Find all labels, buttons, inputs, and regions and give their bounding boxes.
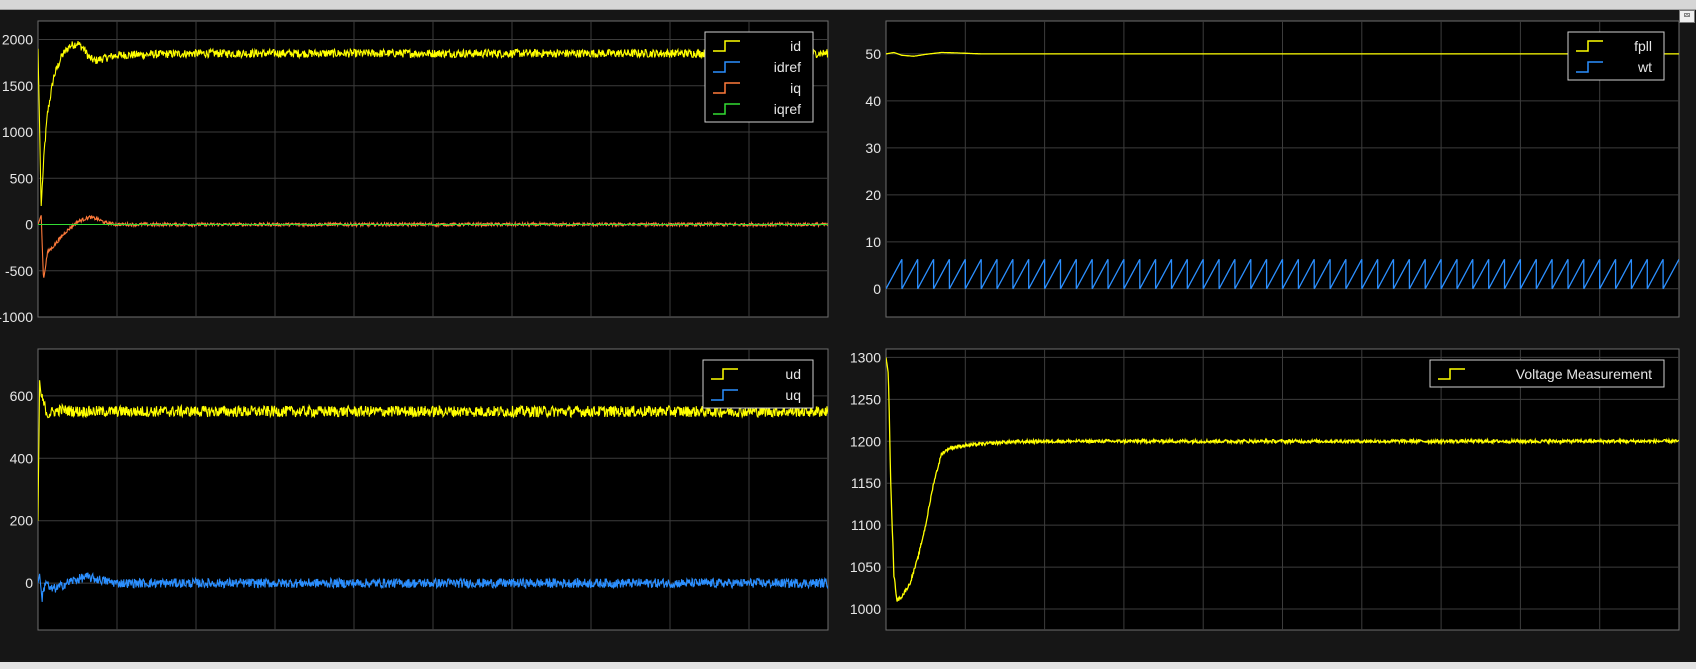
y-tick-label: 2000 [2, 32, 33, 48]
y-tick-label: 20 [865, 187, 881, 203]
legend-label: wt [1637, 59, 1652, 75]
y-tick-label: 500 [10, 170, 34, 186]
legend-label: Voltage Measurement [1516, 366, 1652, 382]
scope-figure: -1000-5000500100015002000 ididrefiqiqref0… [0, 20, 1680, 631]
legend-label: id [790, 38, 801, 54]
legend[interactable]: ud uq [702, 359, 814, 409]
legend[interactable]: fpll wt [1567, 31, 1665, 81]
legend-label: ud [785, 366, 801, 382]
y-tick-label: 400 [10, 450, 34, 466]
scope-panel-1: -1000 -500 0 500 1000 1500 2000 id idref iq iqref [0, 20, 829, 325]
y-tick-label: 0 [873, 281, 881, 297]
window-bottom-bar [0, 662, 1696, 669]
window-top-bar [0, 0, 1696, 10]
y-tick-label: 600 [10, 388, 34, 404]
y-tick-label: 1300 [850, 349, 881, 365]
y-tick-label: 0 [25, 575, 33, 591]
y-tick-label: 40 [865, 93, 881, 109]
y-tick-label: -500 [5, 263, 33, 279]
legend-label: idref [774, 59, 801, 75]
y-tick-label: 50 [865, 46, 881, 62]
legend-label: iqref [774, 101, 801, 117]
legend-label: fpll [1634, 38, 1652, 54]
scope-panel-3: 0 200 400 600 ud uq [10, 348, 829, 631]
y-tick-label: 10 [865, 234, 881, 250]
legend[interactable]: Voltage Measurement [1429, 359, 1665, 388]
legend-label: uq [785, 387, 801, 403]
y-tick-label: 0 [25, 217, 33, 233]
y-tick-label: -1000 [0, 309, 33, 325]
y-tick-label: 1250 [850, 391, 881, 407]
y-tick-label: 1050 [850, 559, 881, 575]
y-tick-label: 1500 [2, 78, 33, 94]
y-tick-label: 1000 [850, 601, 881, 617]
legend-label: iq [790, 80, 801, 96]
scope-panel-4: 1000 1050 1100 1150 1200 1250 1300 Voltage Meas… [850, 348, 1680, 631]
y-tick-label: 1200 [850, 433, 881, 449]
y-tick-label: 1100 [851, 517, 881, 533]
y-tick-label: 1000 [2, 124, 33, 140]
legend[interactable]: id idref iq iqref [704, 31, 814, 123]
y-tick-label: 30 [865, 140, 881, 156]
y-tick-label: 1150 [851, 475, 881, 491]
y-tick-label: 200 [10, 513, 34, 529]
scope-panel-2: 0 10 20 30 40 50 fpll wt [865, 20, 1680, 318]
